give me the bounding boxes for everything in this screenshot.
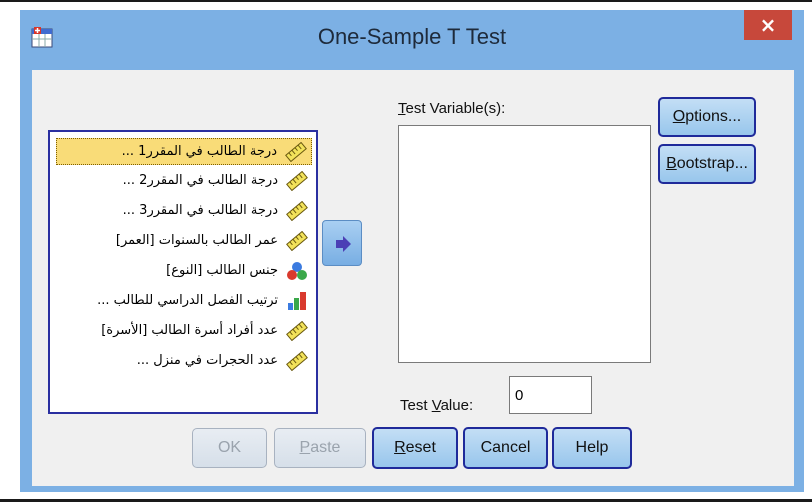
variable-label: عدد الحجرات في منزل ... [136,353,278,368]
ok-button[interactable]: OK [192,428,267,468]
variable-list-item[interactable]: جنس الطالب [النوع] [56,258,312,285]
variable-list-item[interactable]: عدد أفراد أسرة الطالب [الأسرة] [56,318,312,345]
test-variables-list[interactable] [398,125,651,363]
close-icon: × [759,13,777,37]
variable-label: درجة الطالب في المقرر1 ... [121,144,277,159]
variable-list-item[interactable]: درجة الطالب في المقرر1 ... [56,138,312,165]
variable-list-item[interactable]: ترتيب الفصل الدراسي للطالب ... [56,288,312,315]
ruler-scale-icon [286,350,308,372]
source-variable-list[interactable]: درجة الطالب في المقرر1 ... درجة الطالب في… [48,130,318,414]
variable-label: درجة الطالب في المقرر2 ... [122,173,278,188]
test-variables-label: Test Variable(s): [398,100,506,117]
top-rule [0,0,812,2]
test-value-label: Test Value: [400,397,474,414]
ordinal-bars-icon [286,291,308,311]
variable-list-item[interactable]: عمر الطالب بالسنوات [العمر] [56,228,312,255]
variable-label: ترتيب الفصل الدراسي للطالب ... [97,293,278,308]
variable-list-item[interactable]: درجة الطالب في المقرر3 ... [56,198,312,225]
paste-button[interactable]: Paste [274,428,366,468]
ruler-scale-icon [285,141,307,163]
cancel-button[interactable]: Cancel [463,427,548,469]
reset-button[interactable]: Reset [372,427,458,469]
variable-list-item[interactable]: درجة الطالب في المقرر2 ... [56,168,312,195]
bootstrap-button[interactable]: Bootstrap... [658,144,756,184]
variable-label: درجة الطالب في المقرر3 ... [122,203,278,218]
variable-list-item[interactable]: عدد الحجرات في منزل ... [56,348,312,375]
ruler-scale-icon [286,320,308,342]
title-bar[interactable]: One-Sample T Test × [20,10,804,68]
spss-dialog-icon [31,27,53,48]
close-button[interactable]: × [744,10,792,40]
ruler-scale-icon [286,200,308,222]
ruler-scale-icon [286,170,308,192]
move-to-test-variables-button[interactable] [322,220,362,266]
dialog-window: One-Sample T Test × درجة الطالب في المقر… [20,10,804,492]
help-button[interactable]: Help [552,427,632,469]
window-title: One-Sample T Test [317,24,507,49]
move-right-arrow-icon [336,236,351,252]
dialog-client-area: درجة الطالب في المقرر1 ... درجة الطالب في… [32,70,794,486]
variable-label: عمر الطالب بالسنوات [العمر] [115,233,278,248]
options-button[interactable]: Options... [658,97,756,137]
test-value-input[interactable] [509,376,592,414]
nominal-circles-icon [286,261,308,281]
variable-label: عدد أفراد أسرة الطالب [الأسرة] [101,323,278,338]
ruler-scale-icon [286,230,308,252]
variable-label: جنس الطالب [النوع] [166,263,278,278]
